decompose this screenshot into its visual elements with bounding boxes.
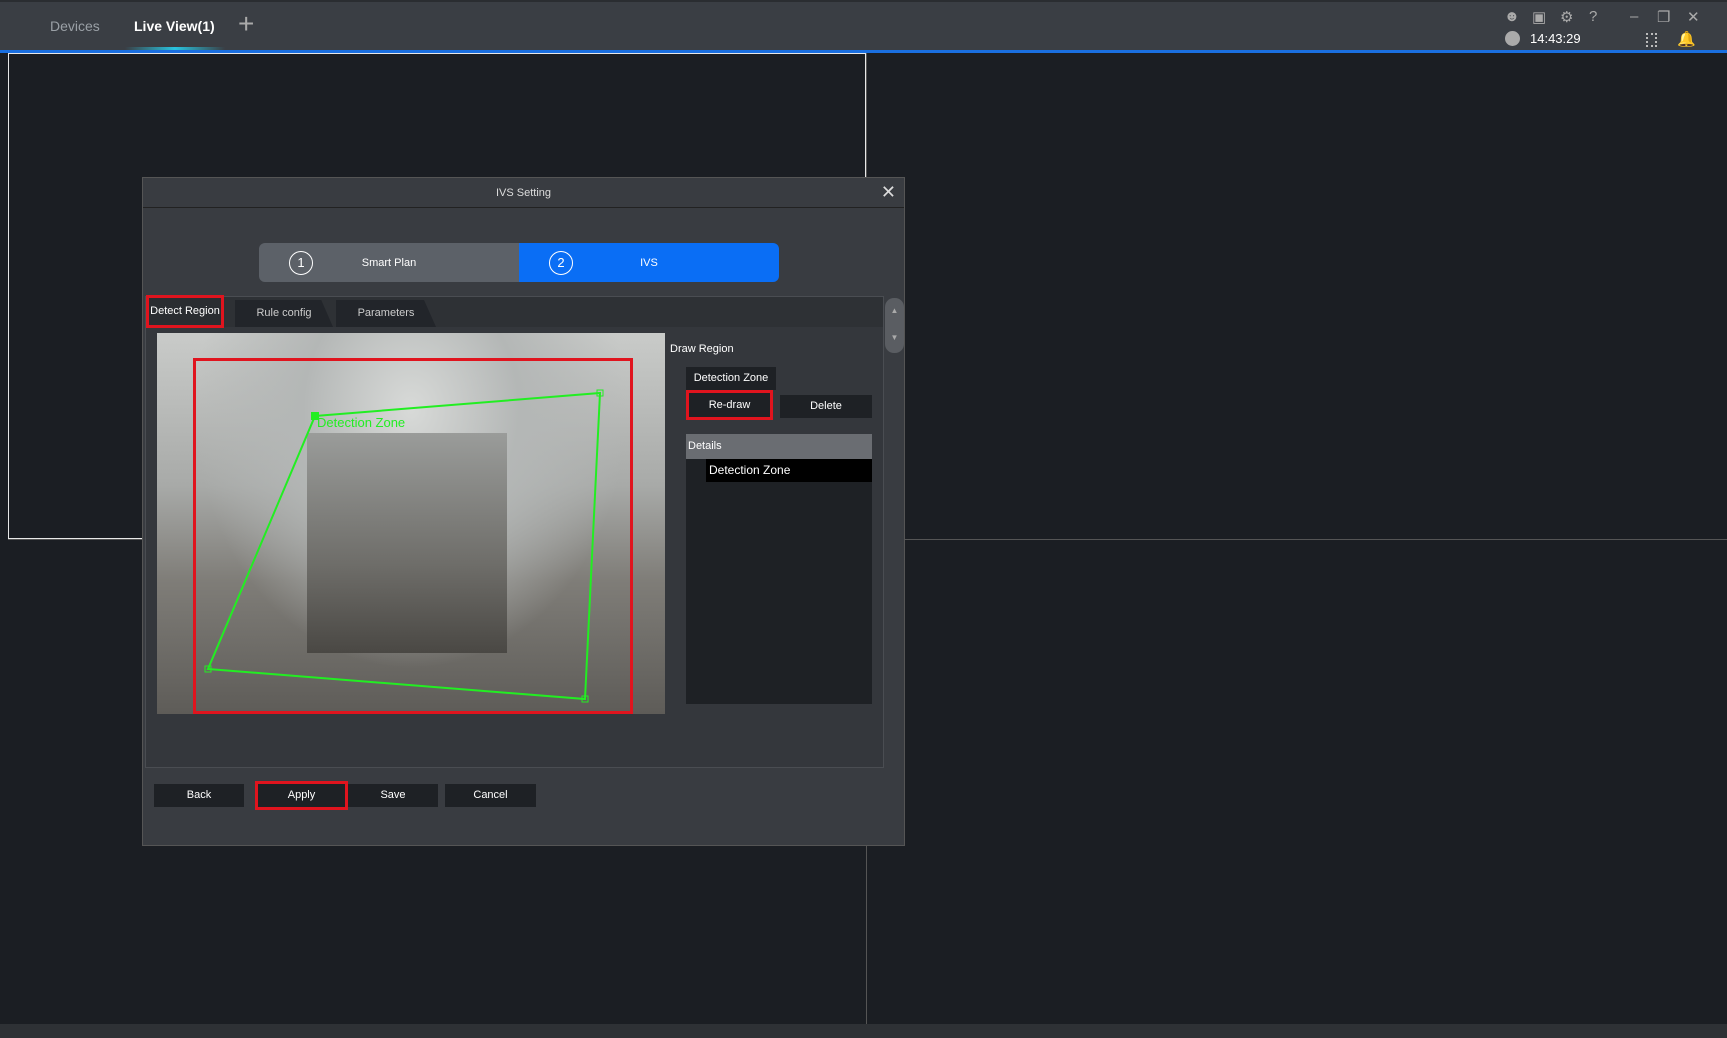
- step-label: IVS: [640, 256, 658, 269]
- step-number: 2: [549, 251, 573, 275]
- gear-icon[interactable]: ⚙: [1560, 8, 1573, 26]
- details-panel: Details Detection Zone: [686, 434, 872, 704]
- top-bar: Devices Live View(1) + ☻ ▣ ⚙ ? – ❐ ✕ 14:…: [0, 0, 1727, 51]
- cancel-button[interactable]: Cancel: [445, 784, 536, 807]
- bottom-bar: [0, 1024, 1727, 1038]
- tab-parameters[interactable]: Parameters: [336, 300, 436, 327]
- back-button[interactable]: Back: [154, 784, 244, 807]
- add-tab-button[interactable]: +: [238, 8, 254, 40]
- lock-icon[interactable]: ▣: [1532, 8, 1546, 26]
- clock-icon: [1505, 31, 1520, 46]
- draw-region-label: Draw Region: [670, 343, 734, 355]
- camera-preview[interactable]: Detection Zone: [157, 333, 665, 714]
- user-icon[interactable]: ☻: [1504, 8, 1520, 25]
- content-panel: Detect Region Rule config Parameters Det…: [145, 295, 884, 768]
- tab-detect-region[interactable]: Detect Region: [146, 295, 224, 328]
- step-ivs[interactable]: 2 IVS: [519, 243, 779, 282]
- tab-bar: Detect Region Rule config Parameters: [146, 295, 883, 328]
- tab-rule-config[interactable]: Rule config: [235, 300, 333, 327]
- help-icon[interactable]: ?: [1589, 8, 1597, 25]
- device-icon[interactable]: [1646, 33, 1657, 47]
- details-item[interactable]: Detection Zone: [706, 459, 872, 482]
- delete-button[interactable]: Delete: [780, 395, 872, 418]
- details-header: Details: [686, 434, 872, 459]
- close-icon[interactable]: ✕: [1687, 8, 1700, 26]
- detection-zone-button[interactable]: Detection Zone: [686, 367, 776, 390]
- step-label: Smart Plan: [361, 256, 417, 269]
- zone-overlay-label: Detection Zone: [317, 415, 406, 430]
- redraw-button[interactable]: Re-draw: [686, 390, 773, 420]
- scrollbar[interactable]: ▲ ▼: [885, 298, 904, 353]
- step-bar: 1 Smart Plan 2 IVS: [259, 243, 779, 282]
- detection-zone-polygon[interactable]: [157, 333, 665, 714]
- tab-devices[interactable]: Devices: [50, 18, 100, 34]
- tab-live-view[interactable]: Live View(1): [134, 18, 215, 34]
- clock-time: 14:43:29: [1530, 31, 1581, 46]
- close-icon[interactable]: ✕: [881, 182, 896, 203]
- minimize-icon[interactable]: –: [1630, 8, 1638, 25]
- step-smart-plan[interactable]: 1 Smart Plan: [259, 243, 519, 282]
- ivs-setting-dialog: IVS Setting ✕ 1 Smart Plan 2 IVS Detect …: [142, 177, 905, 846]
- dialog-title: IVS Setting: [143, 178, 904, 208]
- bell-icon[interactable]: 🔔: [1677, 30, 1696, 48]
- restore-icon[interactable]: ❐: [1657, 8, 1670, 26]
- apply-button[interactable]: Apply: [255, 781, 348, 810]
- step-number: 1: [289, 251, 313, 275]
- save-button[interactable]: Save: [348, 784, 438, 807]
